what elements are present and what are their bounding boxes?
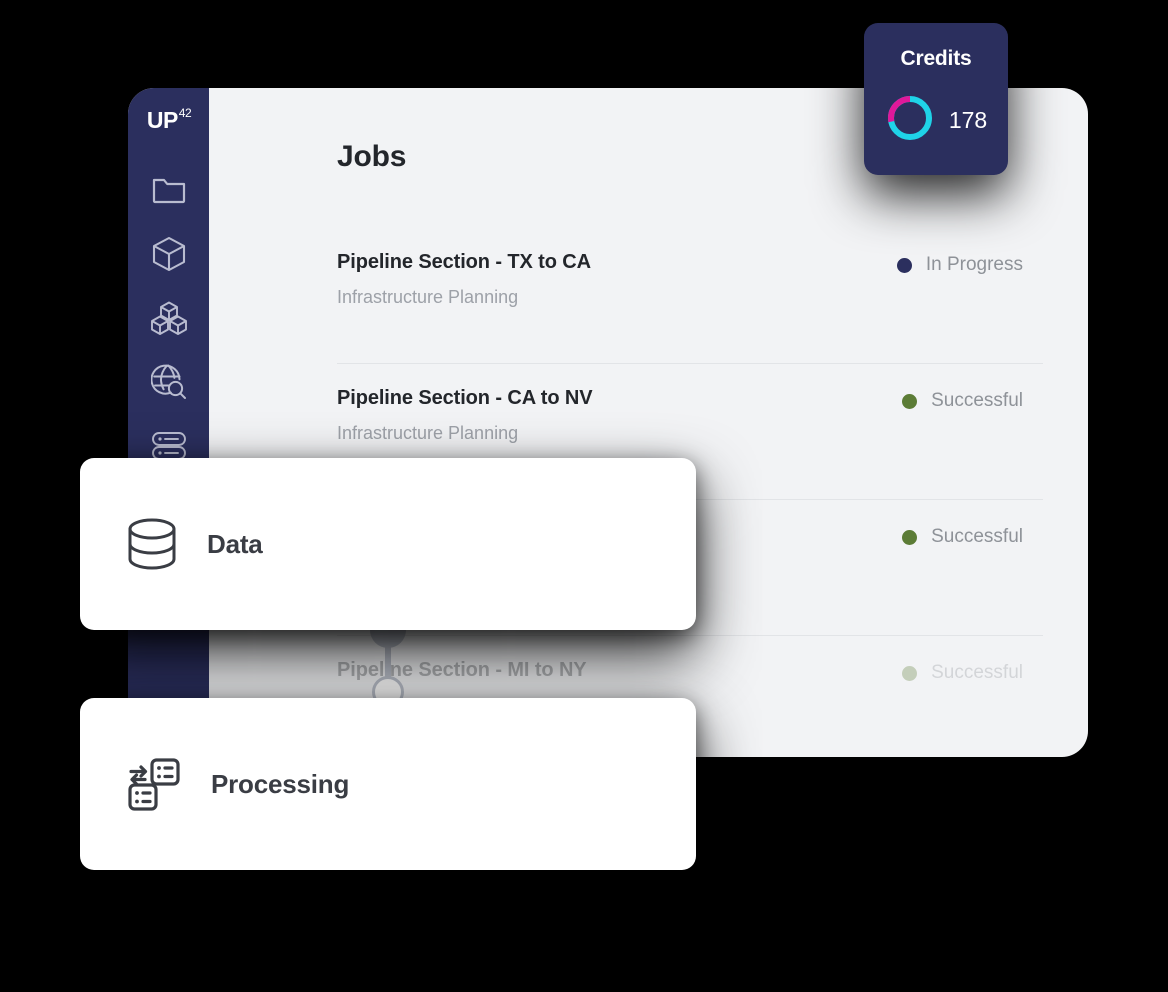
sidebar-item-folder[interactable] <box>149 170 189 210</box>
sidebar-item-blocks[interactable] <box>149 298 189 338</box>
job-texts: Pipeline Section - TX to CA Infrastructu… <box>337 228 591 308</box>
job-status: In Progress <box>896 254 1023 276</box>
cube-icon <box>152 236 186 272</box>
sidebar-item-cube[interactable] <box>149 234 189 274</box>
sidebar: UP42 <box>128 88 209 757</box>
job-texts: Pipeline Section - CA to NV Infrastructu… <box>337 364 593 444</box>
status-dot <box>896 257 912 273</box>
data-card-label: Data <box>207 528 263 559</box>
processing-card[interactable]: Processing <box>80 698 696 870</box>
status-dot <box>902 529 918 545</box>
credits-title: Credits <box>900 47 972 70</box>
data-card[interactable]: Data <box>80 458 696 630</box>
sidebar-item-globe-search[interactable] <box>149 362 189 402</box>
content-area: Jobs Pipeline Section - TX to CA Infrast… <box>209 88 1088 757</box>
database-icon <box>151 431 187 461</box>
credits-body: 178 <box>885 93 987 148</box>
database-icon <box>127 517 177 571</box>
page-background: UP42 Jobs Pipeline Section - TX to CA In… <box>0 0 1168 992</box>
job-status: Successful <box>902 662 1023 684</box>
processing-card-label: Processing <box>211 768 350 799</box>
job-row[interactable]: Pipeline Section - TX to CA Infrastructu… <box>337 228 1043 364</box>
globe-search-icon <box>150 364 187 400</box>
job-status: Successful <box>902 526 1023 548</box>
status-label: Successful <box>931 526 1023 547</box>
status-dot <box>902 393 918 409</box>
job-subtitle: Infrastructure Planning <box>337 287 519 307</box>
logo-superscript: 42 <box>178 106 192 121</box>
processing-transfer-icon <box>127 757 181 811</box>
app-window: UP42 Jobs Pipeline Section - TX to CA In… <box>128 88 1088 757</box>
logo-text: UP <box>146 107 178 133</box>
job-status: Successful <box>902 390 1023 412</box>
folder-icon <box>152 175 186 205</box>
job-title: Pipeline Section - CA to NV <box>337 387 593 409</box>
credits-card[interactable]: Credits 178 <box>864 23 1008 175</box>
app-logo[interactable]: UP42 <box>146 106 192 133</box>
status-label: Successful <box>931 390 1023 411</box>
status-label: Successful <box>931 662 1023 683</box>
blocks-icon <box>150 301 187 335</box>
status-label: In Progress <box>925 254 1023 275</box>
credits-value: 178 <box>948 107 988 133</box>
job-subtitle: Infrastructure Planning <box>337 423 519 443</box>
credits-donut-chart <box>885 93 935 148</box>
status-dot <box>902 665 918 681</box>
page-title: Jobs <box>337 140 407 173</box>
job-title: Pipeline Section - TX to CA <box>337 251 591 273</box>
